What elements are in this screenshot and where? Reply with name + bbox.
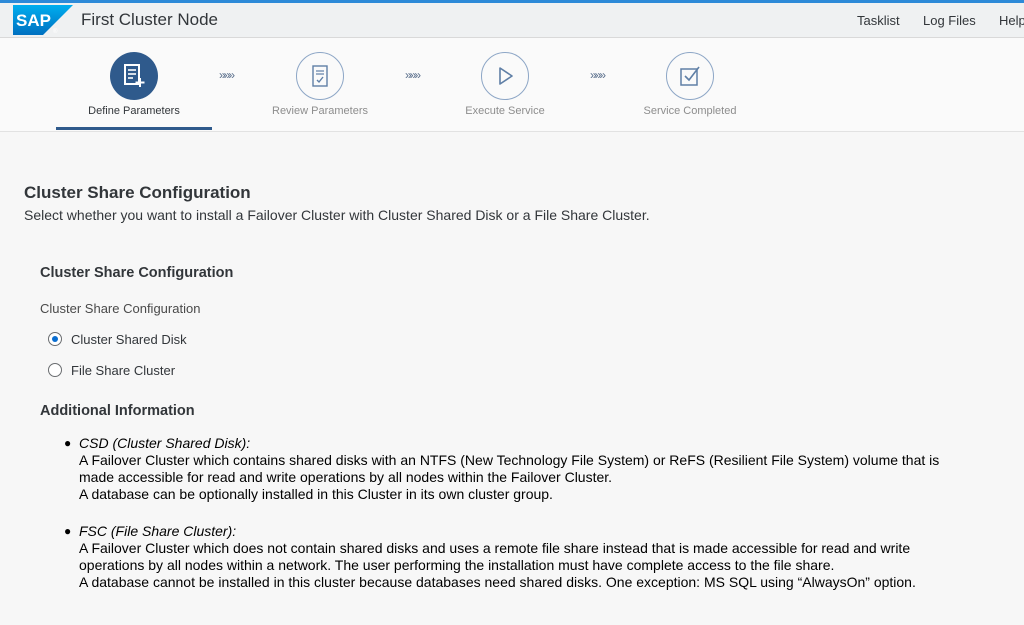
field-label: Cluster Share Configuration (40, 301, 201, 316)
bullet: ● (64, 436, 72, 450)
document-check-icon (312, 65, 328, 87)
step-label: Execute Service (465, 105, 545, 117)
shell-header: SAP ® First Cluster Node Tasklist Log Fi… (0, 0, 1024, 38)
chevrons-icon: »»» (219, 68, 235, 82)
checkbox-icon (680, 66, 700, 86)
section-title: Cluster Share Configuration (40, 265, 234, 281)
play-icon (499, 67, 513, 85)
info-heading: CSD (Cluster Shared Disk): (79, 435, 251, 451)
radio-button[interactable] (48, 332, 62, 346)
step-circle (666, 52, 714, 100)
page-title: Cluster Share Configuration (24, 183, 251, 202)
process-stepper: Define Parameters »»» Review Parameters … (0, 38, 1024, 132)
main-content: Cluster Share Configuration Select wheth… (0, 132, 1024, 625)
step-service-completed[interactable]: Service Completed (610, 38, 770, 132)
radio-file-share-cluster[interactable]: File Share Cluster (48, 360, 175, 380)
step-circle (296, 52, 344, 100)
step-circle (481, 52, 529, 100)
info-item-csd: ● CSD (Cluster Shared Disk): A Failover … (64, 435, 1014, 503)
svg-text:®: ® (53, 28, 58, 35)
help-link[interactable]: Help (999, 13, 1024, 28)
edit-document-icon (124, 64, 145, 87)
radio-label: File Share Cluster (71, 362, 176, 378)
info-line: A database can be optionally installed i… (79, 486, 553, 502)
radio-button[interactable] (48, 363, 62, 377)
info-line: A Failover Cluster which contains shared… (79, 452, 940, 468)
step-execute-service[interactable]: Execute Service (425, 38, 585, 132)
step-review-parameters[interactable]: Review Parameters (240, 38, 400, 132)
step-define-parameters[interactable]: Define Parameters (54, 38, 214, 132)
svg-text:SAP: SAP (16, 11, 51, 30)
info-line: A Failover Cluster which does not contai… (79, 540, 911, 556)
tasklist-link[interactable]: Tasklist (857, 13, 900, 28)
radio-cluster-shared-disk[interactable]: Cluster Shared Disk (48, 329, 187, 349)
info-item-fsc: ● FSC (File Share Cluster): A Failover C… (64, 523, 1014, 591)
log-files-link[interactable]: Log Files (923, 13, 976, 28)
radio-selected-dot (52, 336, 58, 342)
active-step-indicator (56, 127, 212, 130)
app-title: First Cluster Node (81, 10, 218, 29)
step-label: Define Parameters (88, 105, 180, 117)
step-label: Service Completed (643, 105, 737, 117)
sap-logo: SAP ® (13, 5, 73, 35)
radio-label: Cluster Shared Disk (71, 331, 187, 347)
step-label: Review Parameters (272, 105, 368, 117)
chevrons-icon: »»» (590, 68, 606, 82)
info-line: made accessible for read and write opera… (79, 469, 613, 485)
info-line: A database cannot be installed in this c… (79, 574, 916, 590)
bullet: ● (64, 524, 72, 538)
additional-info-title: Additional Information (40, 403, 195, 419)
info-heading: FSC (File Share Cluster): (79, 523, 237, 539)
page-description: Select whether you want to install a Fai… (24, 207, 650, 223)
chevrons-icon: »»» (405, 68, 421, 82)
step-circle (110, 52, 158, 100)
info-line: operations by all nodes within a network… (79, 557, 835, 573)
